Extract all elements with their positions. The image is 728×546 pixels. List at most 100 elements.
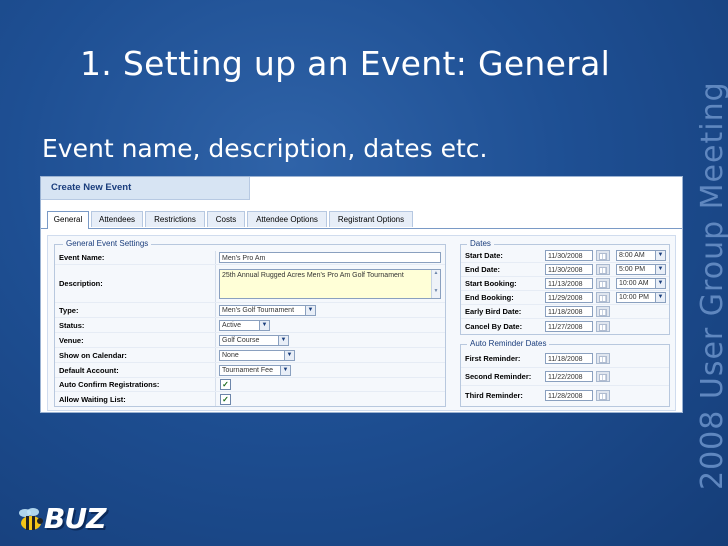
end-booking-input[interactable]: 11/29/2008 (545, 292, 593, 303)
type-select[interactable]: Men's Golf Tournament ▼ (219, 304, 316, 316)
start-booking-time-select[interactable]: 10:00 AM ▼ (616, 278, 666, 289)
tab-attendee-options[interactable]: Attendee Options (247, 211, 327, 227)
second-reminder-input[interactable]: 11/22/2008 (545, 371, 593, 382)
reminder-dates-group: Auto Reminder Dates First Reminder: 11/1… (460, 339, 670, 407)
calendar-icon[interactable] (596, 353, 610, 364)
calendar-cell: None ▼ (215, 348, 443, 362)
calendar-icon[interactable] (596, 320, 610, 332)
chevron-down-icon: ▼ (305, 305, 315, 315)
status-row: Status: Active ▼ (55, 318, 445, 333)
cancel-by-label: Cancel By Date: (465, 321, 523, 331)
type-row: Type: Men's Golf Tournament ▼ (55, 303, 445, 318)
waiting-list-label: Allow Waiting List: (59, 394, 126, 404)
calendar-icon[interactable] (596, 389, 610, 401)
auto-confirm-checkbox[interactable]: ✓ (220, 379, 231, 390)
chevron-down-icon: ▼ (278, 335, 288, 345)
start-time-value: 8:00 AM (619, 252, 645, 259)
calendar-icon[interactable] (596, 306, 610, 317)
second-reminder-label: Second Reminder: (465, 372, 532, 381)
waiting-list-checkbox[interactable]: ✓ (220, 393, 231, 405)
venue-select-value: Golf Course (222, 336, 260, 344)
third-reminder-row: Third Reminder: 11/28/2008 (461, 386, 669, 404)
venue-row: Venue: Golf Course ▼ (55, 333, 445, 348)
description-text: 25th Annual Rugged Acres Men's Pro Am Go… (222, 271, 404, 279)
tab-registrant-options[interactable]: Registrant Options (329, 211, 413, 227)
venue-label: Venue: (59, 335, 84, 345)
third-reminder-input[interactable]: 11/28/2008 (545, 389, 593, 401)
chevron-down-icon: ▼ (655, 251, 665, 260)
cancel-by-row: Cancel By Date: 11/27/2008 (461, 319, 669, 333)
calendar-icon[interactable] (596, 264, 610, 275)
meeting-watermark-text: 2008 User Group Meeting (695, 81, 728, 490)
status-cell: Active ▼ (215, 318, 443, 332)
dates-legend: Dates (467, 239, 494, 248)
bee-icon (19, 508, 43, 530)
slide-subtitle: Event name, description, dates etc. (42, 134, 488, 163)
auto-confirm-label: Auto Confirm Registrations: (59, 380, 160, 389)
auto-confirm-row: Auto Confirm Registrations: ✓ (55, 378, 445, 392)
account-select-value: Tournament Fee (222, 366, 273, 374)
start-booking-label: Start Booking: (465, 279, 517, 288)
first-reminder-label: First Reminder: (465, 354, 521, 363)
end-booking-time-select[interactable]: 10:00 PM ▼ (616, 292, 666, 303)
calendar-icon[interactable] (596, 292, 610, 303)
tab-costs[interactable]: Costs (207, 211, 245, 227)
waiting-list-row: Allow Waiting List: ✓ (55, 392, 445, 406)
status-select[interactable]: Active ▼ (219, 319, 270, 331)
account-row: Default Account: Tournament Fee ▼ (55, 363, 445, 378)
tab-bar: General Attendees Restrictions Costs Att… (41, 211, 682, 229)
first-reminder-input[interactable]: 11/18/2008 (545, 353, 593, 364)
type-label: Type: (59, 305, 79, 315)
end-booking-label: End Booking: (465, 293, 514, 302)
start-time-select[interactable]: 8:00 AM ▼ (616, 250, 666, 261)
description-textarea[interactable]: 25th Annual Rugged Acres Men's Pro Am Go… (219, 268, 441, 299)
tab-attendees[interactable]: Attendees (91, 211, 143, 227)
calendar-icon[interactable] (596, 250, 610, 261)
tab-restrictions[interactable]: Restrictions (145, 211, 205, 227)
start-booking-row: Start Booking: 11/13/2008 10:00 AM ▼ (461, 277, 669, 291)
description-label: Description: (59, 279, 103, 288)
event-name-input[interactable]: Men's Pro Am (219, 252, 441, 263)
venue-select[interactable]: Golf Course ▼ (219, 334, 289, 346)
chevron-down-icon: ▼ (284, 350, 294, 360)
start-booking-time-value: 10:00 AM (619, 280, 649, 287)
start-date-label: Start Date: (465, 251, 503, 260)
end-date-input[interactable]: 11/30/2008 (545, 264, 593, 275)
tab-general[interactable]: General (47, 211, 89, 229)
cancel-by-input[interactable]: 11/27/2008 (545, 320, 593, 332)
create-event-panel: Create New Event General Attendees Restr… (40, 176, 683, 413)
account-cell: Tournament Fee ▼ (215, 363, 443, 377)
panel-title: Create New Event (51, 182, 132, 193)
panel-header: Create New Event (41, 177, 250, 200)
account-select[interactable]: Tournament Fee ▼ (219, 364, 291, 376)
chevron-down-icon: ▼ (655, 279, 665, 288)
status-select-value: Active (222, 321, 242, 329)
type-cell: Men's Golf Tournament ▼ (215, 303, 443, 317)
early-bird-row: Early Bird Date: 11/18/2008 (461, 305, 669, 319)
calendar-icon[interactable] (596, 371, 610, 382)
chevron-down-icon: ▼ (259, 320, 269, 330)
description-scrollbar[interactable]: ▲ ▼ (431, 269, 440, 298)
end-time-select[interactable]: 5:00 PM ▼ (616, 264, 666, 275)
auto-confirm-cell: ✓ (215, 378, 443, 391)
event-name-label: Event Name: (59, 253, 105, 262)
start-date-input[interactable]: 11/30/2008 (545, 250, 593, 261)
end-date-row: End Date: 11/30/2008 5:00 PM ▼ (461, 263, 669, 277)
reminder-dates-legend: Auto Reminder Dates (467, 339, 550, 348)
account-label: Default Account: (59, 365, 119, 375)
calendar-select[interactable]: None ▼ (219, 349, 295, 361)
general-settings-legend: General Event Settings (63, 239, 152, 248)
end-booking-time-value: 10:00 PM (619, 294, 649, 301)
description-cell: 25th Annual Rugged Acres Men's Pro Am Go… (215, 265, 443, 302)
chevron-down-icon: ▼ (655, 293, 665, 302)
early-bird-input[interactable]: 11/18/2008 (545, 306, 593, 317)
third-reminder-label: Third Reminder: (465, 390, 523, 400)
venue-cell: Golf Course ▼ (215, 333, 443, 347)
calendar-icon[interactable] (596, 278, 610, 289)
calendar-row: Show on Calendar: None ▼ (55, 348, 445, 363)
start-booking-input[interactable]: 11/13/2008 (545, 278, 593, 289)
end-booking-row: End Booking: 11/29/2008 10:00 PM ▼ (461, 291, 669, 305)
chevron-down-icon: ▼ (655, 265, 665, 274)
end-time-value: 5:00 PM (619, 266, 646, 273)
calendar-select-value: None (222, 351, 239, 359)
